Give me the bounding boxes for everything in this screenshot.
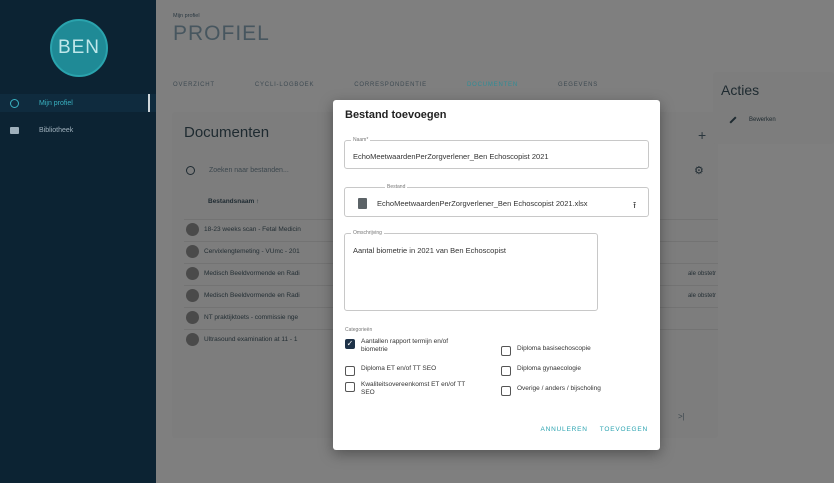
- gear-icon[interactable]: ⚙: [694, 164, 704, 177]
- dialog-actions: ANNULEREN TOEVOEGEN: [528, 426, 648, 433]
- actions-card: Acties Bewerken: [713, 72, 834, 144]
- add-document-button[interactable]: +: [698, 127, 706, 143]
- column-header-filename[interactable]: Bestandsnaam ↑: [208, 198, 259, 205]
- file-name: 18-23 weeks scan - Fetal Medicin: [204, 226, 301, 233]
- tab-bar: OVERZICHT CYCLI-LOGBOEK CORRESPONDENTIE …: [173, 82, 638, 102]
- file-avatar: [186, 333, 199, 346]
- name-label: Naam*: [351, 137, 371, 143]
- upload-icon[interactable]: ⭱: [633, 198, 636, 214]
- file-avatar: [186, 223, 199, 236]
- category-label: Kwaliteitsovereenkomst ET en/of TT SEO: [361, 381, 466, 397]
- file-name: Cervixlengtemeting - VUmc - 201: [204, 248, 300, 255]
- category-label: Diploma gynaecologie: [517, 365, 581, 372]
- sidebar-item-bibliotheek[interactable]: Bibliotheek: [0, 121, 156, 139]
- category-checkbox-kwaliteit[interactable]: Kwaliteitsovereenkomst ET en/of TT SEO: [345, 381, 471, 398]
- breadcrumb[interactable]: Mijn profiel: [173, 13, 200, 19]
- tab-cycli-logboek[interactable]: CYCLI-LOGBOEK: [255, 82, 314, 102]
- category-label: Overige / anders / bijscholing: [517, 385, 601, 392]
- category-label: Diploma ET en/of TT SEO: [361, 365, 437, 372]
- file-name: NT praktijktoets - commissie nge: [204, 314, 299, 321]
- cancel-button[interactable]: ANNULEREN: [540, 426, 587, 433]
- dialog-title: Bestand toevoegen: [345, 109, 447, 121]
- add-file-dialog: Bestand toevoegen Naam* EchoMeetwaardenP…: [333, 100, 660, 450]
- category-checkbox-gynaecologie[interactable]: Diploma gynaecologie: [501, 365, 627, 376]
- category-label: Aantallen rapport termijn en/of biometri…: [361, 338, 449, 354]
- edit-label: Bewerken: [749, 117, 776, 123]
- ben-logo: BEN: [50, 19, 108, 77]
- sidebar-item-label: Bibliotheek: [39, 126, 74, 134]
- person-circle-icon: [10, 98, 19, 108]
- file-extra: ale obstetr: [687, 292, 716, 299]
- description-value: Aantal biometrie in 2021 van Ben Echosco…: [353, 246, 507, 255]
- search-input[interactable]: Zoeken naar bestanden...: [209, 167, 289, 174]
- tab-overzicht[interactable]: OVERZICHT: [173, 82, 215, 102]
- description-field[interactable]: Omschrijving Aantal biometrie in 2021 va…: [344, 230, 598, 311]
- sidebar-item-mijn-profiel[interactable]: Mijn profiel: [0, 94, 156, 112]
- category-checkbox-overige[interactable]: Overige / anders / bijscholing: [501, 385, 627, 396]
- description-label: Omschrijving: [351, 230, 384, 236]
- name-field[interactable]: Naam* EchoMeetwaardenPerZorgverlener_Ben…: [344, 137, 649, 169]
- file-name: Medisch Beeldvormende en Radi: [204, 292, 300, 299]
- category-checkbox-diploma-et[interactable]: Diploma ET en/of TT SEO: [345, 365, 471, 376]
- sidebar-item-label: Mijn profiel: [39, 99, 73, 107]
- tab-correspondentie[interactable]: CORRESPONDENTIE: [354, 82, 427, 102]
- actions-title: Acties: [721, 82, 760, 98]
- category-checkbox-basisechoscopie[interactable]: Diploma basisechoscopie: [501, 345, 627, 356]
- file-avatar: [186, 311, 199, 324]
- file-avatar: [186, 267, 199, 280]
- documents-title: Documenten: [184, 124, 270, 141]
- checkbox-icon[interactable]: [501, 366, 511, 376]
- file-extra: ale obstetr: [687, 270, 716, 277]
- pager-last-button[interactable]: >|: [678, 412, 685, 421]
- folder-icon: [10, 126, 19, 134]
- add-button[interactable]: TOEVOEGEN: [600, 426, 648, 433]
- checkbox-checked-icon[interactable]: ✓: [345, 339, 355, 349]
- checkbox-icon[interactable]: [501, 346, 511, 356]
- file-label: Bestand: [385, 184, 408, 190]
- file-name: Medisch Beeldvormende en Radi: [204, 270, 300, 277]
- search-icon: [186, 166, 195, 175]
- sidebar: BEN Mijn profiel Bibliotheek: [0, 0, 156, 483]
- category-label: Diploma basisechoscopie: [517, 345, 591, 352]
- file-avatar: [186, 289, 199, 302]
- tab-gegevens[interactable]: GEGEVENS: [558, 82, 598, 102]
- page-title: PROFIEL: [173, 22, 270, 45]
- category-checkbox-aantallen[interactable]: ✓ Aantallen rapport termijn en/of biomet…: [345, 338, 471, 355]
- checkbox-icon[interactable]: [501, 386, 511, 396]
- categories-label: Categorieën: [345, 327, 373, 333]
- name-value: EchoMeetwaardenPerZorgverlener_Ben Echos…: [353, 152, 549, 161]
- pencil-icon: [729, 116, 737, 124]
- edit-button[interactable]: Bewerken: [729, 116, 776, 124]
- file-value: EchoMeetwaardenPerZorgverlener_Ben Echos…: [377, 199, 588, 208]
- file-icon: [358, 198, 367, 209]
- checkbox-icon[interactable]: [345, 366, 355, 376]
- file-avatar: [186, 245, 199, 258]
- file-name: Ultrasound examination at 11 - 1: [204, 336, 298, 343]
- tab-documenten[interactable]: DOCUMENTEN: [467, 82, 518, 102]
- checkbox-icon[interactable]: [345, 382, 355, 392]
- file-field[interactable]: Bestand EchoMeetwaardenPerZorgverlener_B…: [344, 184, 649, 217]
